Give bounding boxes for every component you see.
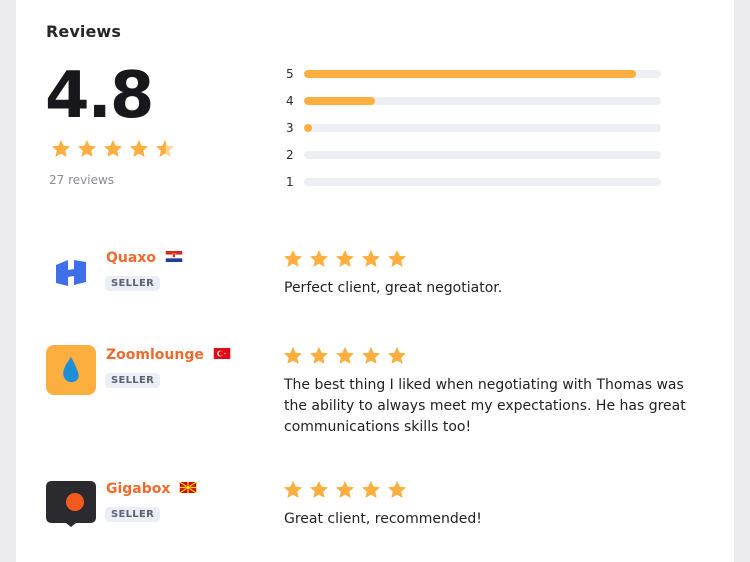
distribution-row-5: 5 (284, 64, 664, 84)
star-icon (310, 347, 328, 364)
distribution-row-4: 4 (284, 91, 664, 111)
star-icon (388, 250, 406, 267)
distribution-track (304, 70, 661, 78)
distribution-label: 2 (286, 148, 294, 162)
star-icon (310, 250, 328, 267)
star-icon (388, 481, 406, 498)
star-icon (310, 481, 328, 498)
seller-badge: SELLER (105, 507, 161, 522)
distribution-row-2: 2 (284, 145, 664, 165)
star-icon (284, 250, 302, 267)
distribution-label: 5 (286, 67, 294, 81)
review-text: Great client, recommended! (284, 511, 482, 527)
section-title: Reviews (46, 22, 121, 41)
star-icon (78, 140, 96, 157)
review-rating-stars (282, 248, 408, 270)
distribution-track (304, 178, 661, 186)
star-icon (336, 481, 354, 498)
distribution-label: 4 (286, 94, 294, 108)
star-icon (104, 140, 122, 157)
star-icon (362, 347, 380, 364)
distribution-track (304, 97, 661, 105)
review-rating-stars (282, 345, 408, 367)
review-text: Perfect client, great negotiator. (284, 280, 503, 296)
quaxo-logo-icon[interactable] (46, 248, 96, 298)
seller-badge: SELLER (105, 276, 161, 291)
company-name[interactable]: Gigabox (106, 481, 170, 497)
distribution-label: 1 (286, 175, 294, 189)
company-name-link[interactable]: Gigabox (106, 481, 198, 497)
star-icon (362, 481, 380, 498)
seller-badge: SELLER (105, 373, 161, 388)
distribution-fill (304, 70, 636, 78)
review-rating-stars (282, 479, 408, 501)
review-text: The best thing I liked when negotiating … (284, 377, 686, 435)
zoomlounge-logo-icon[interactable] (46, 345, 96, 395)
review-count: 27 reviews (49, 173, 115, 187)
reviews-card: Reviews 4.8 27 reviews 5 4 3 2 1 Quaxo S… (16, 0, 734, 562)
star-icon (388, 347, 406, 364)
distribution-fill (304, 97, 376, 105)
distribution-fill (304, 124, 312, 132)
croatia-flag-icon (165, 250, 183, 262)
company-name[interactable]: Zoomlounge (106, 347, 204, 363)
distribution-track (304, 124, 661, 132)
distribution-row-3: 3 (284, 118, 664, 138)
distribution-row-1: 1 (284, 172, 664, 192)
company-name-link[interactable]: Quaxo (106, 250, 183, 266)
gigabox-logo-icon[interactable] (46, 479, 96, 529)
company-name-link[interactable]: Zoomlounge (106, 347, 231, 363)
half-star-icon (156, 140, 174, 157)
company-name[interactable]: Quaxo (106, 250, 156, 266)
star-icon (336, 250, 354, 267)
star-icon (284, 481, 302, 498)
overall-rating-stars (50, 138, 176, 160)
average-score: 4.8 (45, 59, 154, 133)
star-icon (52, 140, 70, 157)
distribution-track (304, 151, 661, 159)
star-icon (336, 347, 354, 364)
star-icon (130, 140, 148, 157)
north-macedonia-flag-icon (179, 481, 198, 493)
star-icon (362, 250, 380, 267)
turkey-flag-icon (213, 347, 231, 359)
distribution-label: 3 (286, 121, 294, 135)
star-icon (284, 347, 302, 364)
